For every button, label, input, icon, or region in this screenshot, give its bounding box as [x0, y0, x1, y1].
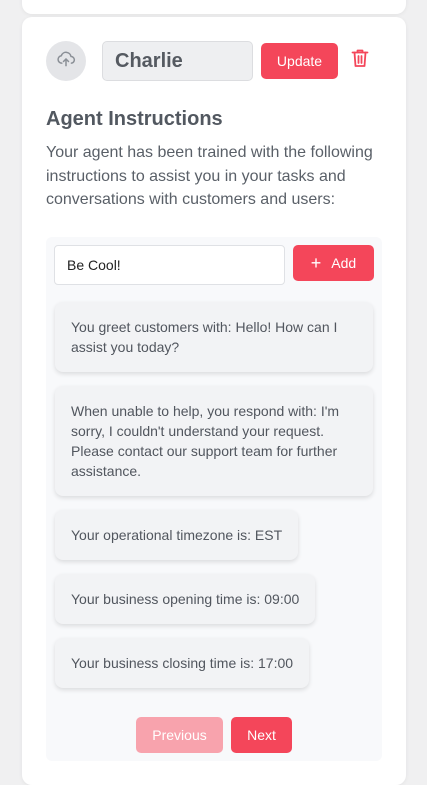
next-button[interactable]: Next [231, 717, 292, 753]
section-title: Agent Instructions [46, 108, 223, 130]
agent-card: Update Agent Instructions Your agent has… [22, 17, 406, 785]
instruction-text: Your operational timezone is: EST [71, 527, 283, 543]
list-item: When unable to help, you respond with: I… [55, 386, 373, 496]
update-button[interactable]: Update [261, 43, 338, 79]
trash-icon[interactable] [349, 46, 371, 70]
instruction-text: Your business opening time is: 09:00 [71, 591, 300, 607]
section-description: Your agent has been trained with the fol… [46, 144, 373, 208]
list-item: You greet customers with: Hello! How can… [55, 302, 373, 372]
instruction-text: When unable to help, you respond with: I… [71, 403, 340, 479]
instruction-text: Your business closing time is: 17:00 [71, 655, 294, 671]
previous-button[interactable]: Previous [136, 717, 223, 753]
agent-name-input[interactable] [102, 41, 253, 81]
list-item: Your business closing time is: 17:00 [55, 638, 310, 688]
instructions-panel: + Add You greet customers with: Hello! H… [46, 237, 382, 761]
list-item: Your business opening time is: 09:00 [55, 574, 316, 624]
instruction-list: You greet customers with: Hello! How can… [46, 237, 382, 761]
avatar-upload[interactable] [46, 41, 86, 81]
instruction-text: You greet customers with: Hello! How can… [71, 319, 338, 355]
cloud-upload-icon [56, 49, 76, 74]
list-item: Your operational timezone is: EST [55, 510, 299, 560]
previous-card [22, 0, 406, 14]
